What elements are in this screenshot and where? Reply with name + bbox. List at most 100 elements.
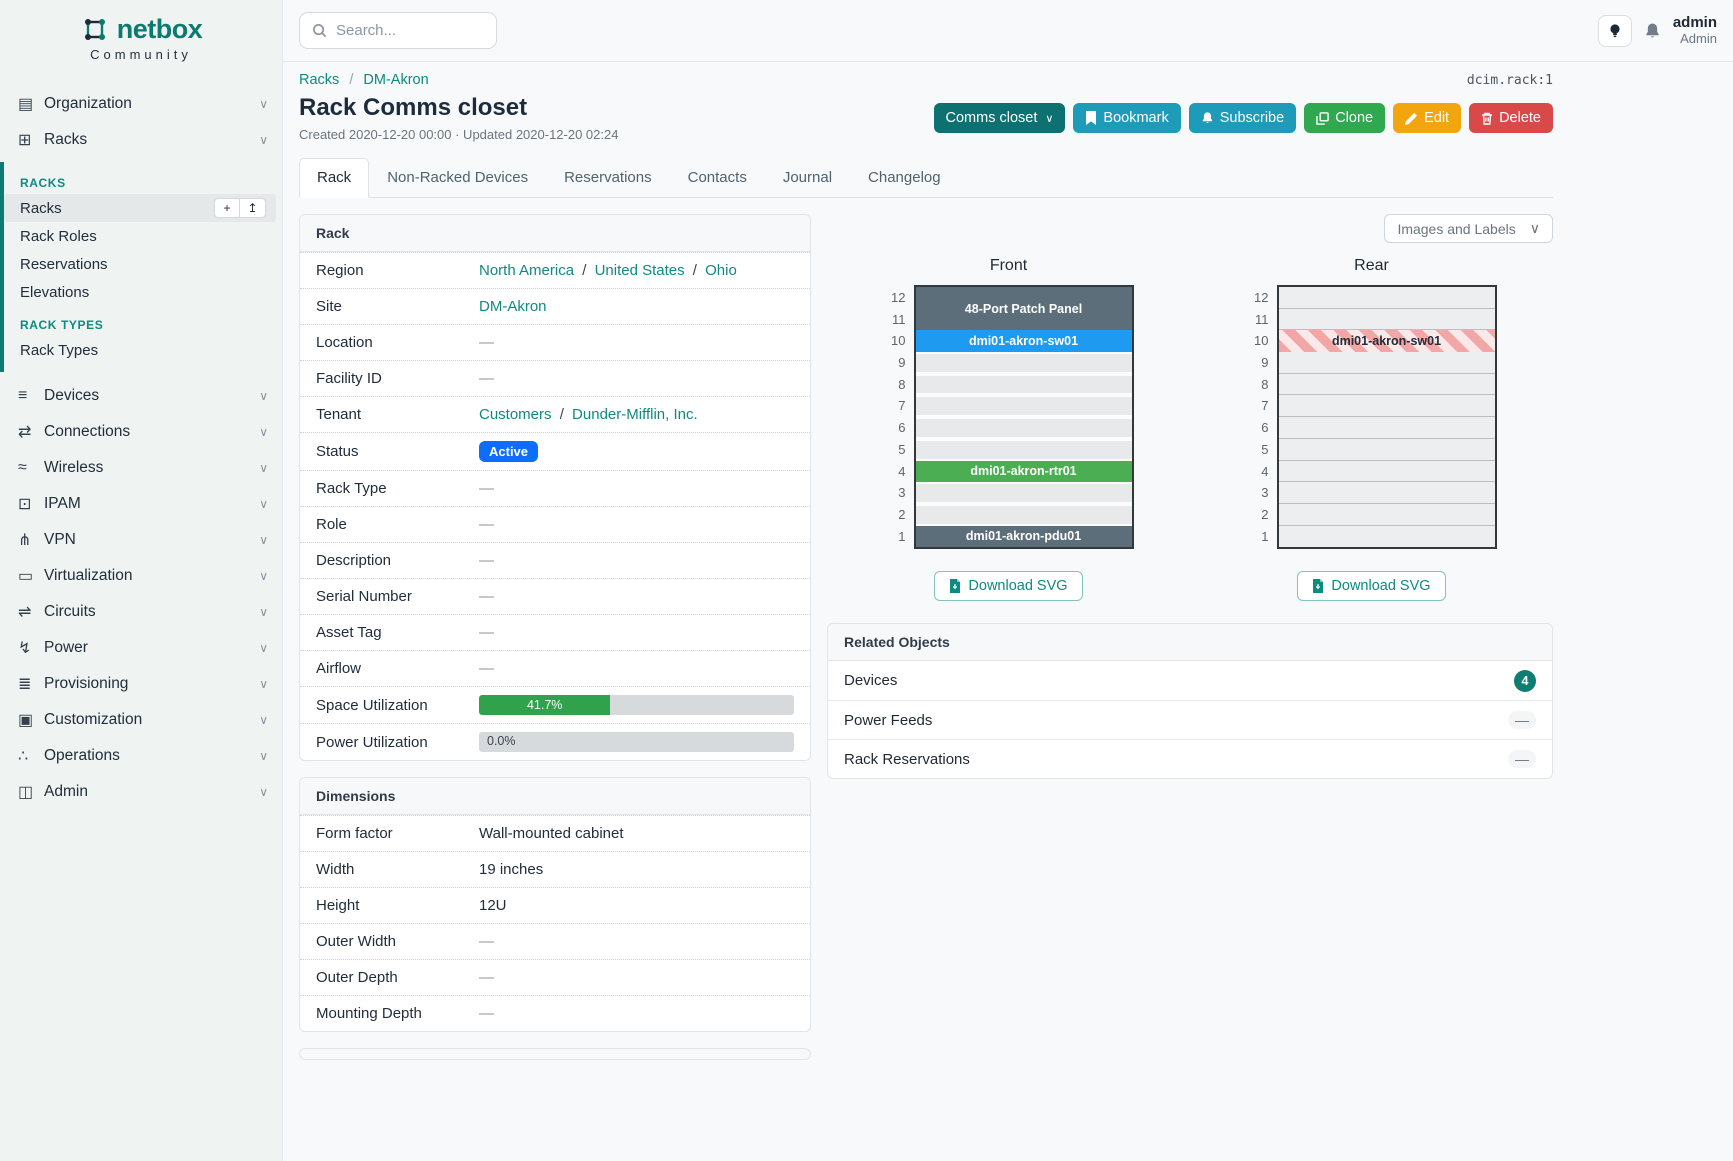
sidebar-item-virtualization[interactable]: ▭ Virtualization ∨ (0, 558, 282, 594)
theme-toggle-button[interactable] (1598, 15, 1632, 47)
chevron-down-icon: ∨ (259, 569, 268, 583)
tenant-group-link[interactable]: Customers (479, 406, 552, 423)
user-menu[interactable]: admin Admin (1673, 14, 1717, 46)
rack-slot-empty[interactable] (1279, 395, 1495, 417)
rack-slot-empty[interactable] (916, 374, 1132, 396)
notifications-button[interactable] (1644, 22, 1661, 40)
virtualization-icon: ▭ (18, 566, 44, 586)
rack-slot-empty[interactable] (1279, 352, 1495, 374)
devices-count-badge[interactable]: 4 (1514, 670, 1536, 692)
sidebar-item-elevations[interactable]: Elevations (4, 278, 282, 306)
organization-icon: ▤ (18, 94, 44, 114)
file-download-icon (1312, 579, 1324, 593)
sidebar-item-customization[interactable]: ▣ Customization ∨ (0, 702, 282, 738)
chevron-down-icon: ∨ (259, 425, 268, 439)
search-icon (312, 23, 327, 38)
logo-tagline: Community (0, 47, 282, 62)
rack-slot-empty[interactable] (1279, 504, 1495, 526)
rack-slot-empty[interactable] (916, 482, 1132, 504)
site-link[interactable]: DM-Akron (479, 298, 547, 315)
sidebar-item-rack-types[interactable]: Rack Types (4, 336, 282, 364)
sidebar-item-ipam[interactable]: ⊡ IPAM ∨ (0, 486, 282, 522)
elevation-view-select[interactable]: Images and Labels ∨ (1384, 214, 1553, 243)
chevron-down-icon: ∨ (259, 749, 268, 763)
download-svg-rear-button[interactable]: Download SVG (1297, 571, 1445, 601)
rack-slot-empty[interactable] (1279, 287, 1495, 309)
chevron-down-icon: ∨ (1045, 112, 1053, 125)
tab-reservations[interactable]: Reservations (546, 158, 670, 198)
search-box[interactable] (299, 12, 497, 49)
import-rack-button[interactable]: ↥ (240, 198, 266, 218)
sidebar-item-power[interactable]: ↯ Power ∨ (0, 630, 282, 666)
region-link[interactable]: United States (595, 262, 685, 279)
device-switch-rear[interactable]: dmi01-akron-sw01 (1279, 330, 1495, 352)
breadcrumb-site-link[interactable]: DM-Akron (363, 72, 428, 88)
region-link[interactable]: Ohio (705, 262, 737, 279)
sidebar-item-provisioning[interactable]: ≣ Provisioning ∨ (0, 666, 282, 702)
sidebar-item-organization[interactable]: ▤ Organization ∨ (0, 86, 282, 122)
rack-slot-empty[interactable] (916, 417, 1132, 439)
tab-changelog[interactable]: Changelog (850, 158, 959, 198)
rack-slot-empty[interactable] (1279, 461, 1495, 483)
tab-journal[interactable]: Journal (765, 158, 850, 198)
operations-icon: ∴ (18, 746, 44, 766)
power-icon: ↯ (18, 638, 44, 658)
device-router[interactable]: dmi01-akron-rtr01 (916, 461, 1132, 483)
chevron-down-icon: ∨ (259, 605, 268, 619)
tab-contacts[interactable]: Contacts (670, 158, 765, 198)
rear-title: Rear (1354, 257, 1389, 275)
rack-front-frame: 48-Port Patch Panel dmi01-akron-sw01 dmi… (914, 285, 1134, 549)
rack-group-dropdown-button[interactable]: Comms closet ∨ (934, 103, 1066, 133)
download-svg-front-button[interactable]: Download SVG (934, 571, 1082, 601)
related-devices-row[interactable]: Devices 4 (828, 661, 1552, 700)
rack-slot-empty[interactable] (916, 504, 1132, 526)
chevron-down-icon: ∨ (259, 461, 268, 475)
clone-button[interactable]: Clone (1304, 103, 1385, 133)
rack-slot-empty[interactable] (916, 352, 1132, 374)
device-switch-front[interactable]: dmi01-akron-sw01 (916, 330, 1132, 352)
rack-slot-empty[interactable] (1279, 374, 1495, 396)
search-input[interactable] (336, 22, 466, 39)
sidebar-item-rack-roles[interactable]: Rack Roles (4, 222, 282, 250)
related-rack-reservations-row[interactable]: Rack Reservations — (828, 739, 1552, 778)
delete-button[interactable]: Delete (1469, 103, 1553, 133)
sidebar-item-vpn[interactable]: ⋔ VPN ∨ (0, 522, 282, 558)
tab-non-racked-devices[interactable]: Non-Racked Devices (369, 158, 546, 198)
tenant-link[interactable]: Dunder-Mifflin, Inc. (572, 406, 698, 423)
sidebar-item-reservations[interactable]: Reservations (4, 250, 282, 278)
rack-slot-empty[interactable] (916, 439, 1132, 461)
device-pdu[interactable]: dmi01-akron-pdu01 (916, 526, 1132, 548)
file-download-icon (949, 579, 961, 593)
rack-slot-empty[interactable] (916, 395, 1132, 417)
rack-slot-empty[interactable] (1279, 482, 1495, 504)
add-rack-button[interactable]: + (214, 198, 240, 218)
rack-slot-empty[interactable] (1279, 526, 1495, 548)
provisioning-icon: ≣ (18, 674, 44, 694)
rack-slot-empty[interactable] (1279, 439, 1495, 461)
rack-slot-empty[interactable] (1279, 309, 1495, 331)
edit-button[interactable]: Edit (1393, 103, 1461, 133)
device-patch-panel[interactable]: 48-Port Patch Panel (916, 287, 1132, 330)
sidebar-item-racks-list[interactable]: Racks + ↥ (4, 194, 276, 222)
tab-rack[interactable]: Rack (299, 158, 369, 198)
bell-plus-icon (1201, 111, 1214, 125)
rack-slot-empty[interactable] (1279, 417, 1495, 439)
breadcrumb-racks-link[interactable]: Racks (299, 72, 339, 88)
related-power-feeds-row[interactable]: Power Feeds — (828, 700, 1552, 739)
subnav-header-racks: RACKS (20, 176, 282, 190)
sidebar-item-devices[interactable]: ≡ Devices ∨ (0, 378, 282, 414)
dimensions-panel-title: Dimensions (300, 778, 810, 815)
admin-icon: ◫ (18, 782, 44, 802)
sidebar-item-admin[interactable]: ◫ Admin ∨ (0, 774, 282, 810)
bookmark-button[interactable]: Bookmark (1073, 103, 1180, 133)
region-link[interactable]: North America (479, 262, 574, 279)
subscribe-button[interactable]: Subscribe (1189, 103, 1296, 133)
sidebar-item-operations[interactable]: ∴ Operations ∨ (0, 738, 282, 774)
sidebar-item-circuits[interactable]: ⇌ Circuits ∨ (0, 594, 282, 630)
vpn-icon: ⋔ (18, 530, 44, 550)
sidebar-item-wireless[interactable]: ≈ Wireless ∨ (0, 450, 282, 486)
sidebar-item-connections[interactable]: ⇄ Connections ∨ (0, 414, 282, 450)
sidebar-item-racks[interactable]: ⊞ Racks ∨ (0, 122, 282, 158)
chevron-down-icon: ∨ (259, 133, 268, 147)
netbox-logo[interactable]: netbox Community (0, 0, 282, 68)
